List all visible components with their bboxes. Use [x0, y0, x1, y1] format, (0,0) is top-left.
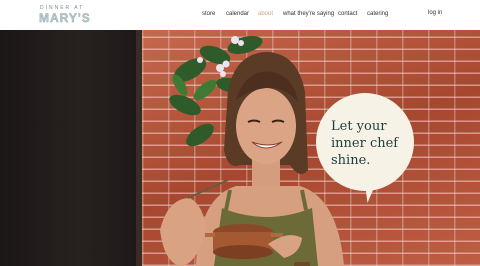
tagline-line-1: Let your	[331, 119, 387, 134]
nav-catering[interactable]: catering	[367, 11, 388, 17]
hero-tagline: Let your inner chef shine.	[331, 118, 411, 169]
hero-banner: Let your inner chef shine.	[0, 30, 480, 266]
nav-store[interactable]: store	[202, 11, 215, 17]
login-link[interactable]: log in	[428, 10, 442, 16]
nav-calendar[interactable]: calendar	[226, 11, 249, 17]
nav-contact[interactable]: contact	[338, 11, 357, 17]
logo-bottom-text: MARY'S	[39, 11, 91, 25]
nav-about[interactable]: about	[258, 11, 273, 17]
tagline-line-3: shine.	[331, 153, 371, 168]
site-logo[interactable]: DINNER AT MARY'S	[39, 5, 103, 25]
tagline-line-2: inner chef	[331, 136, 399, 151]
site-header: DINNER AT MARY'S store calendar about wh…	[0, 0, 480, 30]
nav-what-theyre-saying[interactable]: what they're saying	[283, 11, 334, 17]
